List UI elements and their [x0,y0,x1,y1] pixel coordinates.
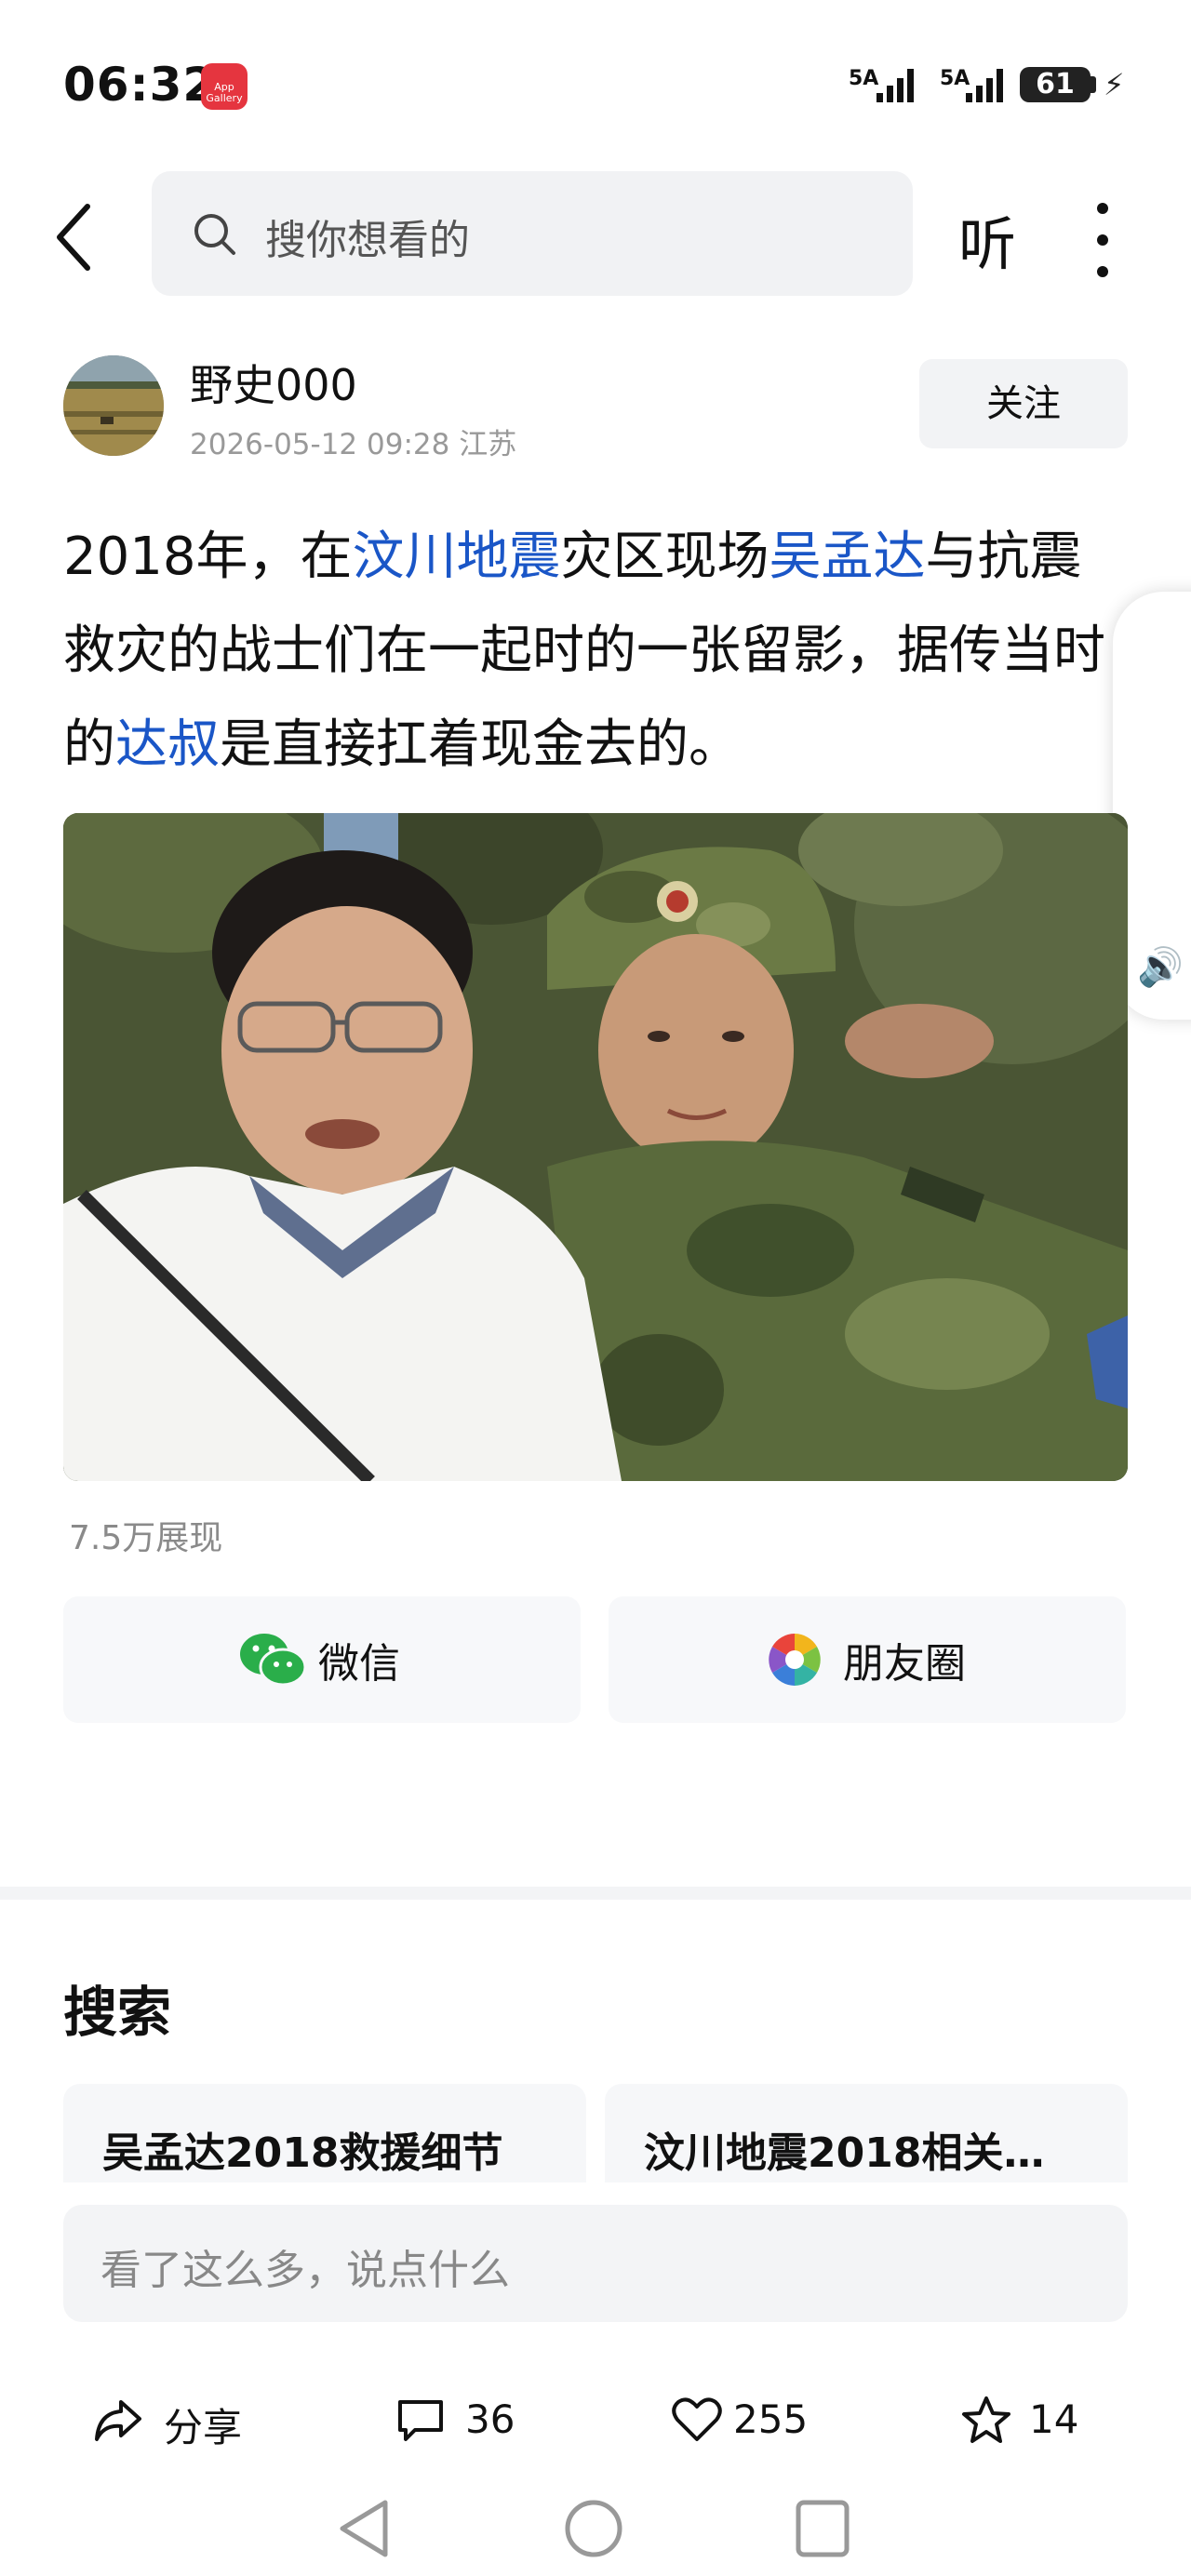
author-name[interactable]: 野史000 [190,352,357,413]
comments-button[interactable]: 36 [396,2391,545,2447]
link-wenchuan-earthquake[interactable]: 汶川地震 [353,527,561,587]
share-wechat-label: 微信 [318,1640,400,1688]
charging-icon: ⚡ [1104,67,1125,102]
nav-back-icon[interactable] [335,2497,395,2560]
signal-bars-2-icon [966,69,1003,102]
status-time: 06:32 [63,58,217,112]
article-photo[interactable] [63,813,1128,1481]
search-suggestion-2[interactable]: 汶川地震2018相关… [605,2084,1128,2182]
favorites-count: 14 [1029,2396,1079,2442]
view-count: 7.5万展现 [69,1519,223,1557]
link-uncle-da[interactable]: 达叔 [115,714,220,775]
moments-icon [769,1634,821,1686]
nav-recents-icon[interactable] [793,2497,852,2560]
back-button[interactable] [48,195,104,279]
comment-icon [398,2400,443,2441]
heart-icon [672,2397,722,2441]
article-text-2: 灾区现场 [560,527,769,587]
search-placeholder: 搜你想看的 [265,217,470,264]
nav-home-icon[interactable] [562,2497,625,2560]
article-text-1: 2018年，在 [63,527,353,587]
speaker-icon[interactable]: 🔊 [1137,945,1184,989]
battery-indicator: 61 [1020,67,1091,102]
share-moments-label: 朋友圈 [843,1640,966,1688]
suggestion-2-label: 汶川地震2018相关… [644,2129,1045,2177]
favorite-button[interactable]: 14 [960,2391,1109,2447]
search-icon [194,214,235,255]
share-button[interactable]: 分享 [93,2391,261,2450]
post-date-location: 2026-05-12 09:28 江苏 [190,428,517,461]
comment-placeholder: 看了这么多，说点什么 [100,2247,510,2294]
star-icon [962,2396,1010,2443]
search-suggestion-1[interactable]: 吴孟达2018救援细节 [63,2084,586,2182]
article-body: 2018年，在汶川地震灾区现场吴孟达与抗震救灾的战士们在一起时的一张留影，据传当… [63,510,1115,792]
wechat-icon [240,1634,307,1687]
author-avatar[interactable] [63,355,164,456]
suggestion-1-label: 吴孟达2018救援细节 [102,2129,503,2177]
article-text-4: 是直接扛着现金去的。 [220,714,741,775]
share-icon [95,2400,141,2441]
battery-tip [1091,76,1096,93]
follow-button[interactable]: 关注 [919,359,1128,448]
like-button[interactable]: 255 [672,2391,839,2447]
likes-count: 255 [733,2396,809,2442]
listen-button[interactable]: 听 [958,197,1016,281]
share-label: 分享 [164,2405,243,2450]
section-divider [0,1887,1191,1900]
search-section-title: 搜索 [63,1981,172,2044]
more-options-button[interactable] [1084,199,1121,283]
signal-bars-1-icon [877,69,914,102]
link-ng-man-tat[interactable]: 吴孟达 [769,527,926,587]
comments-count: 36 [465,2396,515,2442]
app-gallery-icon: App Gallery [201,63,248,110]
